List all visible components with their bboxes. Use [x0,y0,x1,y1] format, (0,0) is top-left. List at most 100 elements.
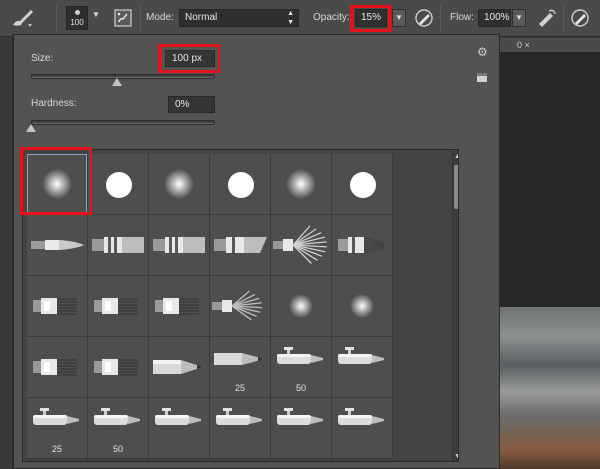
brush-tip-airbrush-icon [277,408,323,425]
brush-dot-icon [75,10,80,15]
brush-preset-30[interactable] [332,398,393,459]
brush-preset-23[interactable]: 50 [271,337,332,398]
hardness-label: Hardness: [31,98,77,109]
brush-preset-7[interactable] [27,215,88,276]
brush-tip-bristle-cube-icon [94,298,138,315]
updown-arrows-icon: ▲ ▼ [287,10,294,26]
brush-panel-toggle-icon[interactable] [113,8,133,31]
brush-tip-airbrush-icon [338,347,384,364]
divider [140,5,141,32]
preset-size-caption: 50 [295,383,306,393]
brush-tip-hard-icon [106,172,132,198]
preset-scrollbar[interactable]: ▲ ▼ [452,151,458,461]
brush-tip-soft-icon [164,169,194,199]
brush-preset-20[interactable] [88,337,149,398]
brush-tip-airbrush-icon [33,408,79,425]
opacity-slider-arrow[interactable]: ▼ [392,9,406,27]
blend-mode-select[interactable]: Normal ▲ ▼ [179,9,299,27]
divider [56,5,57,32]
brush-preset-19[interactable] [27,337,88,398]
brush-tip-fan-small-icon [212,290,262,321]
brush-preset-16[interactable] [210,276,271,337]
brush-preset-14[interactable] [88,276,149,337]
brush-preset-4[interactable] [210,154,271,215]
brush-tip-hard-icon [228,172,254,198]
brush-tip-bristle-cube-icon [33,359,77,376]
brush-tool-icon[interactable] [10,7,36,32]
brush-preset-9[interactable] [149,215,210,276]
new-preset-icon[interactable] [477,73,487,82]
document-tab-close[interactable]: 0 × [517,38,530,52]
brush-preset-5[interactable] [271,154,332,215]
brush-tip-bristle-cube-icon [94,359,138,376]
brush-preset-3[interactable] [149,154,210,215]
pressure-opacity-icon[interactable] [413,8,435,31]
scroll-up-arrow[interactable]: ▲ [454,153,458,160]
mode-label: Mode: [146,12,174,23]
flow-slider-arrow[interactable]: ▼ [512,9,526,27]
brush-size-readout: 100 [70,18,84,27]
size-label: Size: [31,53,54,64]
size-slider-handle[interactable] [112,78,123,86]
brush-preset-26[interactable]: 50 [88,398,149,459]
size-highlight [158,44,220,73]
brush-preset-15[interactable] [149,276,210,337]
divider [563,5,564,32]
brush-tip-flat-banded-icon [92,237,144,253]
brush-tip-airbrush-icon [338,408,384,425]
brush-preset-picker[interactable]: 100 [66,6,88,30]
scroll-thumb[interactable] [454,165,458,209]
brush-preset-dropdown-arrow[interactable]: ▼ [91,9,101,23]
hardness-input[interactable]: 0% [168,96,215,113]
hardness-value: 0% [175,99,190,110]
brush-tip-angled-banded-icon [214,237,267,253]
hardness-slider-handle[interactable] [26,124,36,132]
brush-preset-22[interactable]: 25 [210,337,271,398]
flow-input[interactable]: 100% [478,9,511,27]
brush-tip-hard-icon [350,172,376,198]
opacity-highlight [350,5,391,32]
brush-preset-28[interactable] [210,398,271,459]
brush-preset-17[interactable] [271,276,332,337]
brush-preset-27[interactable] [149,398,210,459]
airbrush-mode-icon[interactable] [536,8,558,31]
brush-preset-2[interactable] [88,154,149,215]
hardness-slider[interactable] [31,120,215,125]
opacity-label: Opacity: [313,12,350,23]
brush-preset-24[interactable] [332,337,393,398]
brush-tip-airbrush-icon [277,347,323,364]
brush-tip-round-tip-icon [31,240,84,250]
preset-size-caption: 50 [112,444,123,454]
brush-tip-pencil-icon [153,360,203,374]
pressure-size-icon[interactable] [569,8,591,31]
flow-value: 100% [484,12,510,23]
brush-tip-bristle-icon [338,237,385,254]
gear-icon[interactable]: ⚙ [477,45,488,59]
brush-tip-bristle-cube-icon [155,298,199,315]
brush-preset-13[interactable] [27,276,88,337]
selected-preset-highlight [20,147,92,215]
tools-panel-edge [0,38,13,469]
brush-preset-29[interactable] [271,398,332,459]
brush-preset-18[interactable] [332,276,393,337]
flow-label: Flow: [450,12,474,23]
document-tab[interactable] [500,38,600,52]
brush-tip-soft-small-icon [289,294,313,318]
size-slider[interactable] [31,74,215,79]
brush-preset-11[interactable] [271,215,332,276]
brush-preset-8[interactable] [88,215,149,276]
brush-preset-21[interactable] [149,337,210,398]
brush-tip-airbrush-icon [155,408,201,425]
brush-preset-picker-panel: ⚙ Size: 100 px Hardness: 0% 25502550 ▲ ▼ [13,34,500,469]
brush-tip-airbrush-icon [216,408,262,425]
brush-preset-10[interactable] [210,215,271,276]
scroll-down-arrow[interactable]: ▼ [454,453,458,460]
brush-tip-soft-small-icon [350,294,374,318]
brush-tip-flat-banded-icon [153,237,205,253]
brush-preset-12[interactable] [332,215,393,276]
brush-preset-25[interactable]: 25 [27,398,88,459]
brush-tip-pencil-flat-icon [214,353,264,365]
brush-preset-6[interactable] [332,154,393,215]
preset-size-caption: 25 [234,383,245,393]
canvas-image [500,307,600,469]
